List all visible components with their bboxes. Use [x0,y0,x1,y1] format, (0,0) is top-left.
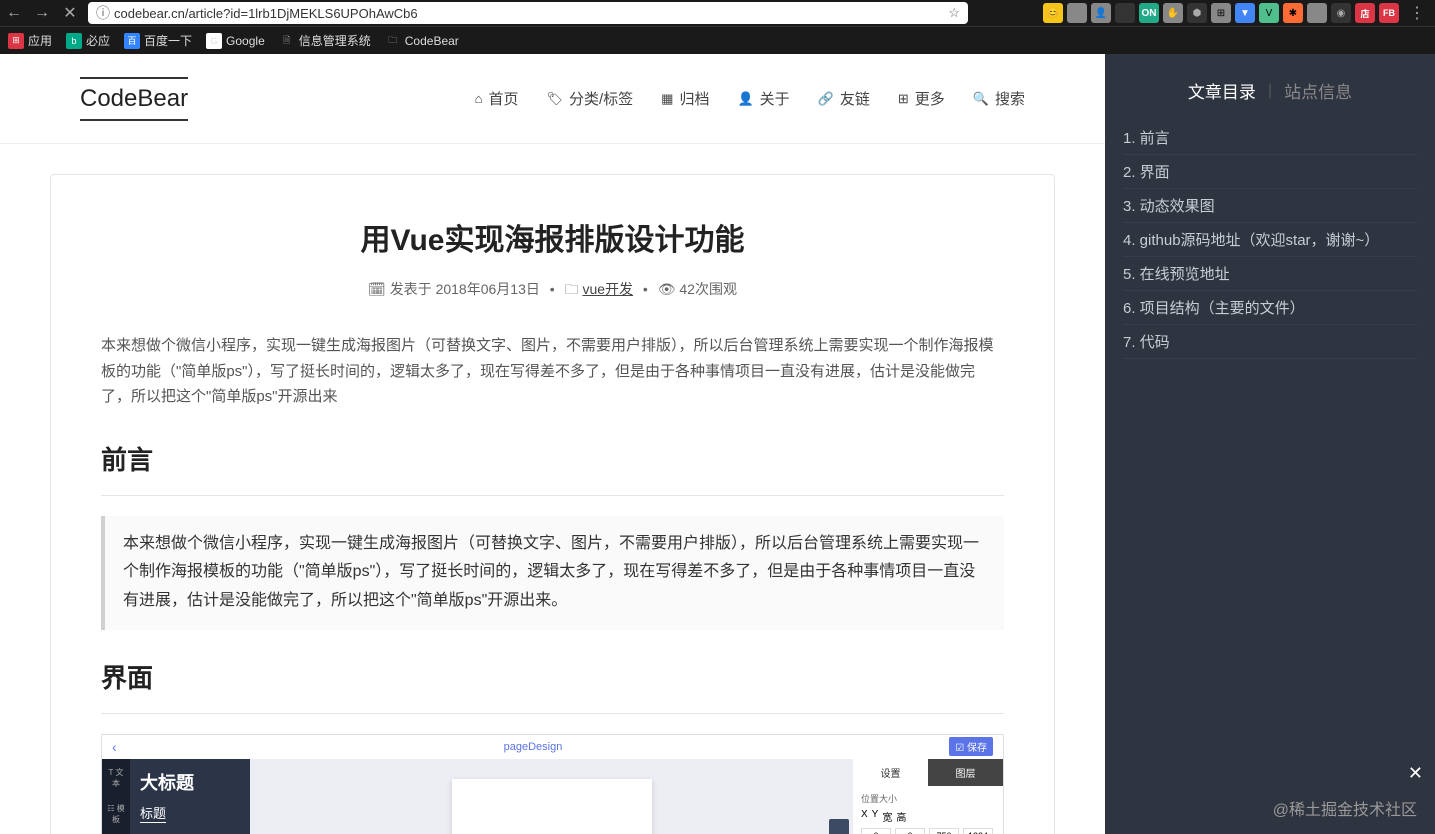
toc-tab-contents[interactable]: 文章目录 [1188,78,1256,103]
forward-button[interactable]: → [32,3,52,23]
toc-item[interactable]: 3. 动态效果图 [1123,189,1417,223]
tool-text: T 文本 [106,767,126,789]
eye-icon: 👁 [658,281,676,297]
article-title: 用Vue实现海报排版设计功能 [101,215,1004,259]
lp-title: 标题 [140,803,166,823]
ext-icon[interactable] [1067,3,1087,23]
ext-icon[interactable]: 👤 [1091,3,1111,23]
url-text: codebear.cn/article?id=1lrb1DjMEKLS6UPOh… [114,6,418,21]
star-icon[interactable]: ☆ [948,5,960,21]
ext-icon[interactable]: ◉ [1331,3,1351,23]
canvas-page [452,779,652,834]
url-bar[interactable]: ⓘ codebear.cn/article?id=1lrb1DjMEKLS6UP… [88,2,968,24]
tab-separator: | [1268,82,1272,100]
nav-home[interactable]: ⌂首页 [475,88,519,109]
ext-icon[interactable]: 😊 [1043,3,1063,23]
embed-title: pageDesign [117,741,950,753]
toc-item[interactable]: 2. 界面 [1123,155,1417,189]
bookmark-mis[interactable]: 🗎 信息管理系统 [279,32,371,49]
home-icon: ⌂ [475,91,483,106]
section-foreword: 前言 [101,440,1004,477]
toc-item[interactable]: 1. 前言 [1123,121,1417,155]
bookmark-bing[interactable]: b 必应 [66,32,110,49]
watermark: @稀土掘金技术社区 [1273,796,1417,820]
toc-item[interactable]: 4. github源码地址（欢迎star，谢谢~） [1123,223,1417,257]
ext-icon[interactable]: ⬢ [1187,3,1207,23]
bookmarks-bar: ⊞ 应用 b 必应 百 百度一下 G Google 🗎 信息管理系统 🗀 Cod… [0,26,1435,54]
divider [101,495,1004,496]
bookmark-google[interactable]: G Google [206,33,265,49]
embedded-screenshot: ‹ pageDesign ☑ 保存 T 文本 ☷ 模板 ▦ 图片 ◈ 素材 大标… [101,734,1004,834]
section-interface: 界面 [101,658,1004,695]
ext-icon[interactable]: 店 [1355,3,1375,23]
info-icon[interactable]: ⓘ [96,3,110,23]
stop-button[interactable]: ✕ [60,3,80,23]
search-icon: 🔍 [973,91,989,107]
nav-archive[interactable]: ▦归档 [661,88,709,109]
ext-icon[interactable] [1115,3,1135,23]
toc-item[interactable]: 5. 在线预览地址 [1123,257,1417,291]
rp-tab-layers: 图层 [928,759,1003,786]
close-button[interactable]: ✕ [1408,763,1423,784]
ext-icon[interactable]: ▼ [1235,3,1255,23]
rp-tab-settings: 设置 [853,759,928,786]
nav-more[interactable]: ⊞更多 [898,88,945,109]
nav-tags[interactable]: 🏷分类/标签 [546,88,633,109]
ext-icon[interactable]: ✋ [1163,3,1183,23]
ext-icon[interactable]: FB [1379,3,1399,23]
nav-links[interactable]: 🔗友链 [818,88,870,109]
user-icon: 👤 [737,91,753,107]
link-icon: 🔗 [818,91,834,107]
menu-icon[interactable]: ⋮ [1403,3,1431,23]
ext-icon[interactable]: ⊞ [1211,3,1231,23]
extension-icons: 😊 👤 ON ✋ ⬢ ⊞ ▼ V ✱ ◉ 店 FB ⋮ [1043,3,1431,23]
toc-sidebar: 文章目录 | 站点信息 1. 前言 2. 界面 3. 动态效果图 4. gith… [1105,54,1435,834]
bookmark-baidu[interactable]: 百 百度一下 [124,32,192,49]
bookmark-apps[interactable]: ⊞ 应用 [8,32,52,49]
article-summary: 本来想做个微信小程序，实现一键生成海报图片（可替换文字、图片，不需要用户排版），… [101,333,1004,410]
divider [101,713,1004,714]
ext-icon[interactable]: ON [1139,3,1159,23]
toc-item[interactable]: 6. 项目结构（主要的文件） [1123,291,1417,325]
toc-item[interactable]: 7. 代码 [1123,325,1417,359]
lp-bigtitle: 大标题 [140,769,240,795]
article-meta: 🗓 发表于 2018年06月13日 • 🗀 vue开发 • 👁 42次围观 [101,279,1004,303]
ext-icon[interactable] [1307,3,1327,23]
ext-icon[interactable]: ✱ [1283,3,1303,23]
archive-icon: ▦ [661,91,673,107]
site-header: CodeBear ⌂首页 🏷分类/标签 ▦归档 👤关于 🔗友链 ⊞更多 🔍搜索 [0,54,1105,144]
ext-icon[interactable]: V [1259,3,1279,23]
category-link[interactable]: vue开发 [582,281,633,297]
toc-tab-siteinfo[interactable]: 站点信息 [1284,78,1352,103]
article-card: 用Vue实现海报排版设计功能 🗓 发表于 2018年06月13日 • 🗀 vue… [50,174,1055,834]
foreword-quote: 本来想做个微信小程序，实现一键生成海报图片（可替换文字、图片，不需要用户排版），… [101,516,1004,630]
more-icon: ⊞ [898,91,909,107]
embed-save: ☑ 保存 [949,737,993,756]
tool-template: ☷ 模板 [106,803,126,825]
nav-search[interactable]: 🔍搜索 [973,88,1025,109]
bookmark-codebear[interactable]: 🗀 CodeBear [385,33,459,49]
folder-icon: 🗀 [565,281,579,297]
tag-icon: 🏷 [546,91,563,107]
main-nav: ⌂首页 🏷分类/标签 ▦归档 👤关于 🔗友链 ⊞更多 🔍搜索 [475,88,1025,109]
calendar-icon: 🗓 [368,281,386,297]
site-logo[interactable]: CodeBear [80,77,188,121]
canvas-tool [829,819,849,834]
back-button[interactable]: ← [4,3,24,23]
nav-about[interactable]: 👤关于 [737,88,789,109]
